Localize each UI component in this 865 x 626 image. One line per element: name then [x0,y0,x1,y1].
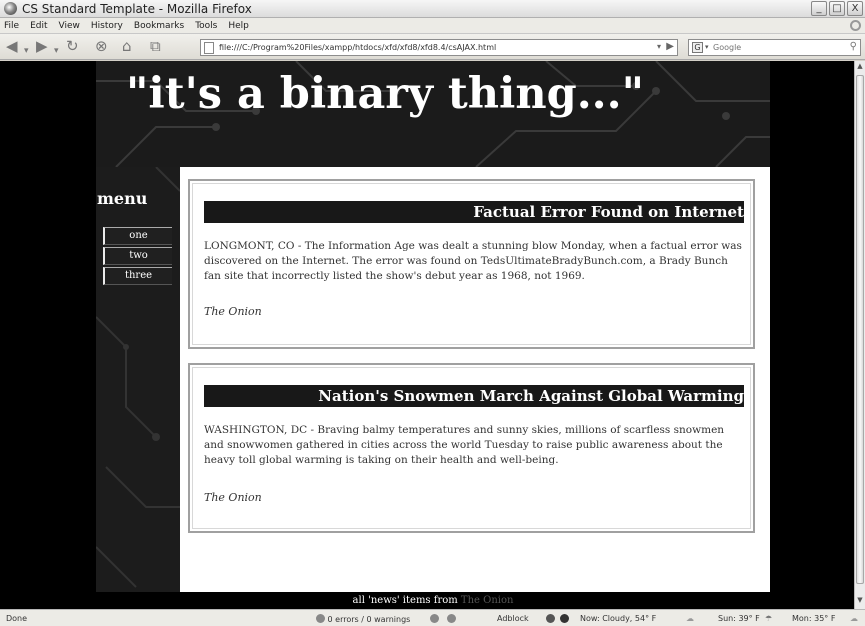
navigation-toolbar: ◀ ▾ ▶ ▾ ↻ ⊗ ⌂ ⧉ file:///C:/Program%20Fil… [0,34,865,60]
cloud-icon: ☁ [686,614,694,623]
window-titlebar: CS Standard Template - Mozilla Firefox _… [0,0,865,18]
go-arrow-icon[interactable]: ▶ [666,41,674,52]
article-headline-bar: Nation's Snowmen March Against Global Wa… [204,385,744,407]
close-button[interactable]: X [847,1,863,16]
article-card: Factual Error Found on Internet LONGMONT… [188,179,755,349]
menu-bookmarks[interactable]: Bookmarks [134,21,184,31]
nav-item-two[interactable]: two [103,247,172,265]
cloud-icon: ☁ [850,614,858,623]
forward-arrow-icon[interactable]: ▶ [36,38,48,55]
article-source: The Onion [204,305,262,318]
reload-icon[interactable]: ↻ [66,38,79,55]
main-content: Factual Error Found on Internet LONGMONT… [180,167,770,592]
menu-title: menu [97,189,148,208]
vertical-scrollbar[interactable]: ▲ ▼ [854,61,865,609]
menu-view[interactable]: View [59,21,80,31]
weather-sunday[interactable]: Sun: 39° F [718,614,760,623]
scroll-up-icon[interactable]: ▲ [855,62,865,74]
scroll-down-icon[interactable]: ▼ [855,596,865,608]
search-icon[interactable]: ⚲ [850,41,857,52]
article-card: Nation's Snowmen March Against Global Wa… [188,363,755,533]
back-arrow-icon[interactable]: ◀ [6,38,18,55]
minimize-button[interactable]: _ [811,1,827,16]
menu-edit[interactable]: Edit [30,21,47,31]
nav-item-one[interactable]: one [103,227,172,245]
status-icon[interactable] [546,614,555,624]
search-engine-icon[interactable]: G [692,42,703,53]
check-icon [316,614,325,623]
html-validator-icon[interactable] [430,614,439,624]
scrollbar-thumb[interactable] [856,75,864,584]
back-dropdown-icon[interactable]: ▾ [24,43,29,60]
firefox-icon [4,2,17,15]
adblock-button[interactable]: Adblock [497,614,529,623]
status-text: Done [6,614,28,623]
page-icon [204,42,214,54]
address-url[interactable]: file:///C:/Program%20Files/xampp/htdocs/… [219,43,496,52]
menu-tools[interactable]: Tools [195,21,217,31]
nav-item-three[interactable]: three [103,267,172,285]
sidebar-nav: one two three [103,227,172,287]
home-icon[interactable]: ⌂ [122,38,132,55]
web-page: "it's a binary thing..." menu one two th… [96,61,770,609]
settings-icon[interactable] [447,614,456,624]
add-bookmark-icon[interactable]: ⧉ [150,38,161,55]
footer-text: all 'news' items from [352,595,458,606]
address-bar[interactable]: file:///C:/Program%20Files/xampp/htdocs/… [200,39,678,56]
status-bar: Done 0 errors / 0 warnings Adblock Now: … [0,609,865,626]
throbber-icon [850,20,861,31]
menu-history[interactable]: History [91,21,123,31]
search-box[interactable]: G ▾ ⚲ [688,39,861,56]
page-footer: all 'news' items from The Onion [96,592,770,609]
weather-now[interactable]: Now: Cloudy, 54° F [580,614,656,623]
stop-icon[interactable]: ⊗ [95,38,108,55]
banner-title: "it's a binary thing..." [126,69,645,119]
search-engine-dropdown-icon[interactable]: ▾ [705,43,709,51]
footer-onion-link[interactable]: The Onion [461,595,514,606]
forward-dropdown-icon[interactable]: ▾ [54,43,59,60]
sidebar: menu one two three [96,167,180,592]
article-headline-bar: Factual Error Found on Internet [204,201,744,223]
error-console-status[interactable]: 0 errors / 0 warnings [316,614,410,624]
article-body: WASHINGTON, DC - Braving balmy temperatu… [204,424,725,466]
status-icon[interactable] [560,614,569,624]
weather-monday[interactable]: Mon: 35° F [792,614,835,623]
menu-help[interactable]: Help [228,21,249,31]
window-controls: _ □ X [811,1,863,16]
chevron-down-icon[interactable]: ▾ [657,42,661,51]
search-input[interactable] [713,41,843,54]
window-title: CS Standard Template - Mozilla Firefox [22,2,252,16]
menu-bar: File Edit View History Bookmarks Tools H… [0,18,865,34]
header-banner: "it's a binary thing..." [96,61,770,167]
browser-viewport: "it's a binary thing..." menu one two th… [0,61,865,609]
rain-cloud-icon: ☂ [765,614,773,623]
article-source: The Onion [204,491,262,504]
article-headline: Nation's Snowmen March Against Global Wa… [318,387,744,405]
maximize-button[interactable]: □ [829,1,845,16]
article-headline: Factual Error Found on Internet [473,203,744,221]
article-body: LONGMONT, CO - The Information Age was d… [204,240,742,282]
menu-file[interactable]: File [4,21,19,31]
